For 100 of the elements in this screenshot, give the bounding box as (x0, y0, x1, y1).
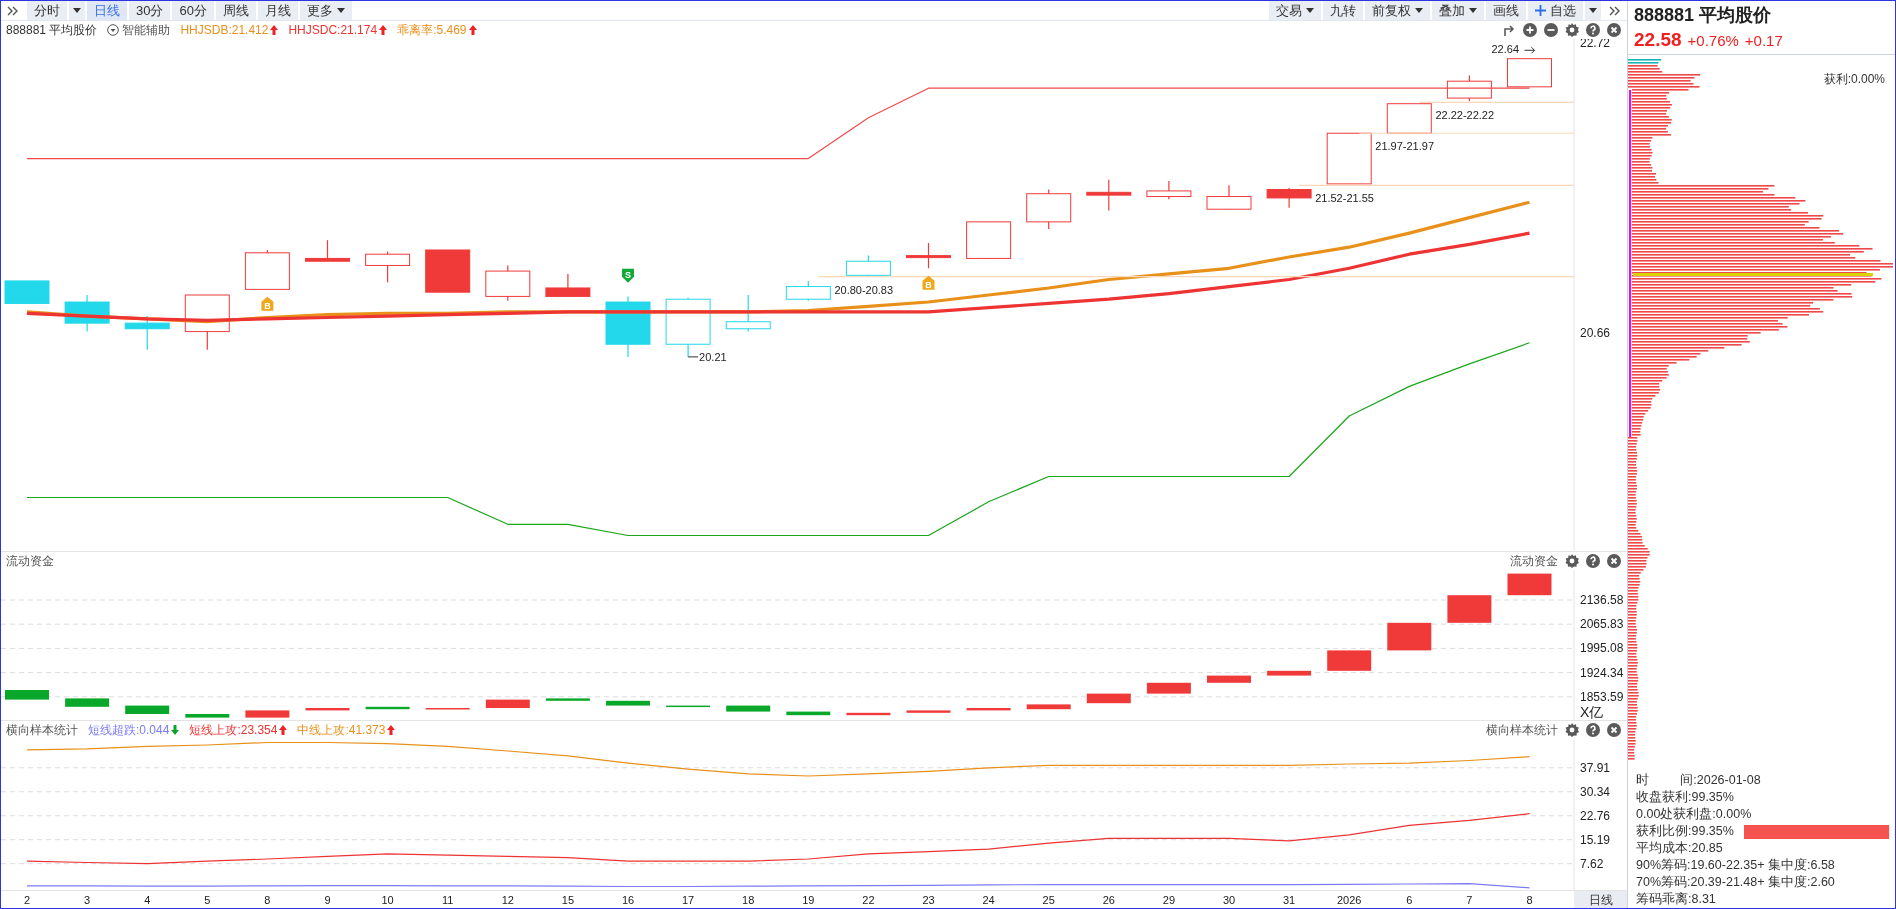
candlestick (1086, 179, 1132, 212)
date-label: 8 (264, 894, 271, 906)
date-label: 22 (862, 894, 875, 906)
date-label: 6 (1406, 894, 1413, 906)
axis-tick-label: 1853.59 (1580, 689, 1624, 704)
indicator-value: HHJSDB:21.412 (180, 23, 269, 37)
toolbar-button[interactable]: 前复权 (1365, 1, 1430, 20)
axis-tick-label: 7.62 (1580, 856, 1604, 871)
settings-icon[interactable] (1565, 23, 1579, 37)
stat-line: 70%筹码:20.39-21.48+ 集中度:2.60 (1636, 874, 1835, 891)
indicator-value: 乖离率:5.469 (397, 21, 467, 39)
help-icon[interactable] (1586, 23, 1600, 37)
period-tab[interactable]: 60分 (172, 1, 214, 20)
dropdown-button[interactable] (1585, 1, 1601, 20)
caret-icon (1415, 8, 1423, 13)
candlestick (845, 255, 891, 278)
stat-line: 获利比例:99.35% (1636, 823, 1734, 840)
settings-icon[interactable] (1565, 723, 1579, 737)
period-tab[interactable]: 更多 (299, 1, 352, 20)
dropdown-button[interactable] (69, 1, 85, 20)
toolbar-button[interactable]: 交易 (1269, 1, 1321, 20)
zoom-out-icon[interactable] (1544, 23, 1558, 37)
indicator-value: 中线上攻:41.373 (297, 721, 386, 739)
buy-signal-marker: B (261, 296, 274, 312)
indicator-value: HHJSDC:21.174 (288, 23, 378, 37)
candlestick (545, 273, 591, 297)
date-label: 19 (802, 894, 815, 906)
period-tab[interactable]: 月线 (257, 1, 298, 20)
pane-title: 横向样本统计 (6, 721, 78, 739)
caret-icon (1589, 8, 1597, 13)
date-label: 30 (1222, 894, 1236, 906)
candlestick (485, 264, 531, 302)
assist-label[interactable]: 智能辅助 (122, 21, 171, 39)
axis-tick-label: 22.72 (1580, 39, 1611, 51)
close-icon[interactable] (1607, 23, 1621, 37)
date-label: 26 (1102, 894, 1115, 906)
close-icon[interactable] (1607, 723, 1621, 737)
date-label: 23 (922, 894, 935, 906)
dropdown-circle-icon[interactable] (107, 24, 120, 36)
toolbar-button[interactable]: 九转 (1323, 1, 1363, 20)
caret-icon (73, 8, 81, 13)
redo-arrow-icon[interactable] (1502, 23, 1516, 37)
candlestick (1446, 74, 1492, 102)
candlestick (605, 295, 651, 358)
zoom-in-icon[interactable] (1523, 23, 1537, 37)
caret-icon (1469, 8, 1477, 13)
candlestick (966, 221, 1012, 260)
candlestick (1026, 188, 1072, 230)
period-tab[interactable]: 30分 (129, 1, 171, 20)
candlestick (64, 294, 110, 333)
change-percent: +0.76% (1687, 32, 1739, 49)
candlestick (124, 315, 170, 351)
date-label: 2 (23, 894, 31, 906)
toolbar-button[interactable]: 画线 (1486, 1, 1526, 20)
candlestick (305, 239, 350, 262)
pane-title: 流动资金 (1510, 552, 1558, 570)
period-tab[interactable]: 分时 (27, 1, 67, 20)
date-label: 3 (84, 894, 91, 906)
axis-tick-label: 22.76 (1580, 808, 1611, 823)
candlestick (1386, 103, 1432, 134)
profit-label: 获利:0.00% (1823, 71, 1885, 88)
date-label: 15 (561, 894, 575, 906)
toolbar-button[interactable]: 自选 (1528, 1, 1583, 20)
axis-tick-label: 1924.34 (1580, 665, 1624, 680)
period-tab[interactable]: 周线 (215, 1, 256, 20)
candlestick (425, 249, 471, 293)
double-chevron-icon[interactable] (1609, 5, 1621, 16)
close-icon[interactable] (1607, 554, 1621, 568)
candlestick (1206, 184, 1252, 210)
stat-line: 90%筹码:19.60-22.35+ 集中度:6.58 (1636, 857, 1835, 874)
candlestick (906, 242, 951, 269)
date-label: 12 (501, 894, 514, 906)
caret-icon (1306, 8, 1314, 13)
period-tab[interactable]: 日线 (87, 1, 127, 20)
axis-tick-label: 1995.08 (1580, 641, 1624, 656)
settings-icon[interactable] (1565, 554, 1579, 568)
date-label: 29 (1162, 894, 1176, 906)
candlestick (725, 294, 771, 333)
toolbar-button[interactable]: 叠加 (1432, 1, 1484, 20)
stat-line: 时 间:2026-01-08 (1636, 772, 1761, 789)
pane-title: 横向样本统计 (1486, 721, 1558, 739)
date-label: 11 (442, 894, 454, 906)
stat-line: 收盘获利:99.35% (1636, 789, 1734, 806)
axis-tick-label: 30.34 (1580, 784, 1611, 799)
date-label: 5 (204, 894, 211, 906)
period-label: 日线 (1574, 891, 1627, 908)
indicator-value: 短线超跌:0.044 (88, 721, 170, 739)
chart-title: 888881 平均股价 (6, 21, 98, 39)
stat-line: 筹码乖离:8.31 (1636, 891, 1716, 908)
double-chevron-icon[interactable] (7, 5, 19, 16)
security-title: 888881 平均股价 (1634, 4, 1773, 27)
candlestick (1326, 132, 1372, 185)
help-icon[interactable] (1586, 723, 1600, 737)
sell-signal-marker: S (622, 268, 634, 283)
date-label: 10 (381, 894, 394, 906)
candlestick (1266, 187, 1312, 209)
help-icon[interactable] (1586, 554, 1600, 568)
candlestick (785, 280, 831, 302)
unit-label: X亿 (1580, 704, 1604, 720)
date-label: 24 (982, 894, 995, 906)
